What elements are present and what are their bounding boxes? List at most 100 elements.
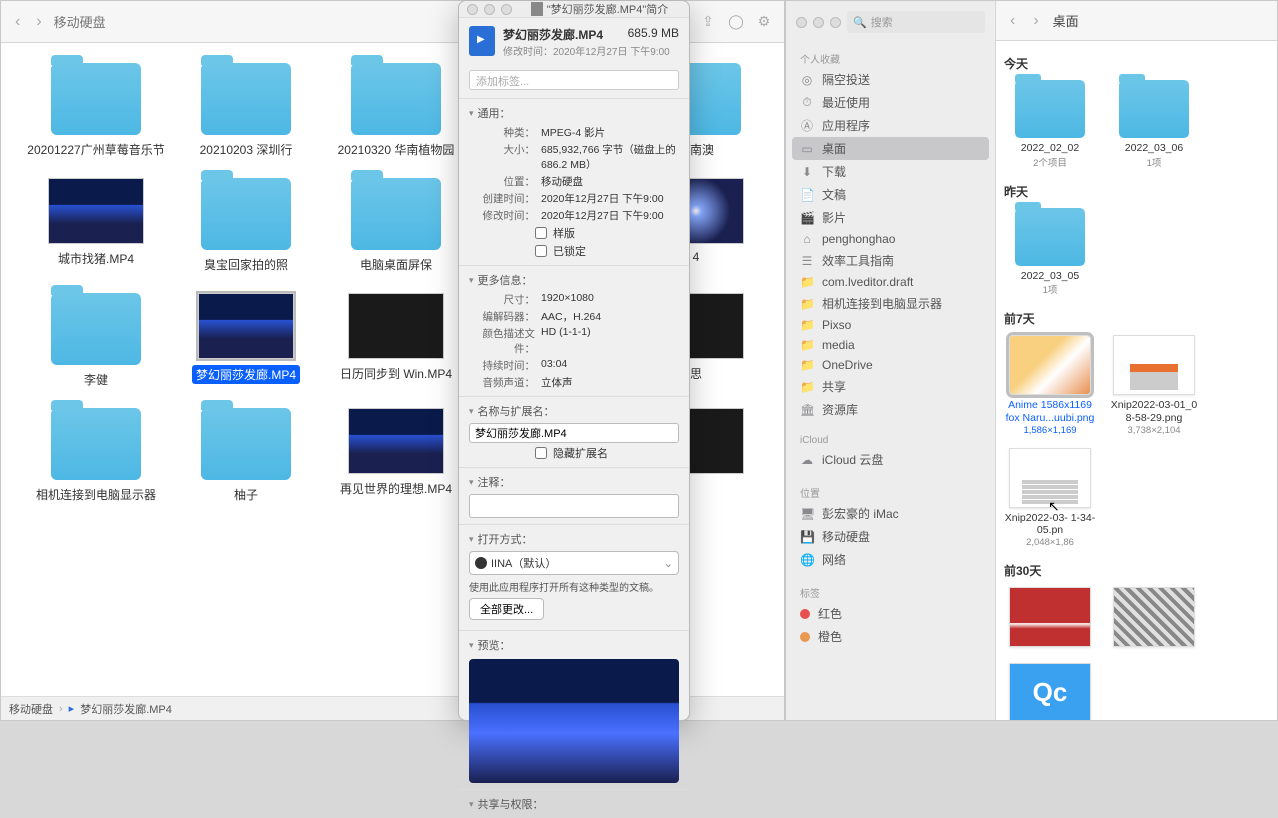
- sidebar-item-label: 下载: [822, 163, 846, 180]
- sidebar-item[interactable]: ▭桌面: [792, 137, 989, 160]
- grid-item[interactable]: 2022_03_051项: [1004, 208, 1096, 297]
- info-value: 立体声: [541, 375, 679, 390]
- window-title: 桌面: [1053, 11, 1079, 30]
- sidebar-item[interactable]: 🖥彭宏豪的 iMac: [786, 502, 995, 525]
- grid-item[interactable]: 相机连接到电脑显示器: [21, 408, 171, 503]
- info-key: 创建时间：: [479, 191, 535, 206]
- checkbox[interactable]: [535, 227, 547, 239]
- section-header-general[interactable]: 通用：: [469, 105, 679, 121]
- sidebar-item-label: iCloud 云盘: [822, 451, 883, 468]
- sidebar-item[interactable]: 📁OneDrive: [786, 355, 995, 375]
- sidebar-item[interactable]: ◎隔空投送: [786, 68, 995, 91]
- info-key: 位置：: [479, 174, 535, 189]
- open-with-select[interactable]: IINA（默认） ⌄: [469, 551, 679, 575]
- sidebar-item[interactable]: ⬇下载: [786, 160, 995, 183]
- info-title: "梦幻丽莎发廊.MP4"简介: [518, 1, 681, 17]
- sidebar-item-icon: ⌂: [800, 232, 814, 246]
- sidebar-item[interactable]: Ⓐ应用程序: [786, 114, 995, 137]
- grid-item[interactable]: 电脑桌面屏保: [321, 178, 471, 273]
- minimize-icon[interactable]: [813, 17, 824, 28]
- back-button[interactable]: ‹: [11, 13, 24, 31]
- grid-item[interactable]: 20210320 华南植物园: [321, 63, 471, 158]
- section-header-more[interactable]: 更多信息：: [469, 272, 679, 288]
- sidebar-item[interactable]: 📁com.lveditor.draft: [786, 272, 995, 292]
- grid-item[interactable]: 梦幻丽莎发廊.MP4: [171, 293, 321, 388]
- info-value: HD (1-1-1): [541, 326, 679, 356]
- sidebar-item[interactable]: 📁Pixso: [786, 315, 995, 335]
- minimize-icon[interactable]: [484, 4, 495, 15]
- grid-item[interactable]: 李健: [21, 293, 171, 388]
- sidebar-item[interactable]: 📁相机连接到电脑显示器: [786, 292, 995, 315]
- forward-button[interactable]: ›: [1029, 12, 1042, 30]
- share-icon[interactable]: ⇪: [698, 12, 718, 32]
- zoom-icon[interactable]: [501, 4, 512, 15]
- image-thumbnail: [1113, 587, 1195, 647]
- tag-color-icon: [800, 632, 810, 642]
- path-segment[interactable]: 移动硬盘: [9, 701, 53, 717]
- grid-item[interactable]: Qc: [1004, 663, 1096, 720]
- sidebar-item[interactable]: ☁iCloud 云盘: [786, 448, 995, 471]
- grid-item[interactable]: Xnip2022-03- 1-34-05.pn2,048×1,86: [1004, 448, 1096, 548]
- path-segment[interactable]: 梦幻丽莎发廊.MP4: [80, 701, 172, 717]
- section-header-name[interactable]: 名称与扩展名：: [469, 403, 679, 419]
- zoom-icon[interactable]: [830, 17, 841, 28]
- grid-item[interactable]: Anime 1586x1169 fox Naru...uubi.png1,586…: [1004, 335, 1096, 435]
- sidebar-item[interactable]: 💾移动硬盘: [786, 525, 995, 548]
- folder-icon: [351, 178, 441, 250]
- grid-item[interactable]: 臭宝回家拍的照: [171, 178, 321, 273]
- sidebar-item[interactable]: 🏛资源库: [786, 398, 995, 421]
- sidebar-tag[interactable]: 橙色: [786, 625, 995, 648]
- sidebar-item-label: com.lveditor.draft: [822, 275, 913, 289]
- item-label: 柚子: [234, 486, 258, 503]
- checkbox[interactable]: [535, 245, 547, 257]
- change-all-button[interactable]: 全部更改...: [469, 598, 544, 620]
- app-icon: [475, 557, 487, 569]
- hide-extension-checkbox[interactable]: [535, 447, 547, 459]
- grid-item[interactable]: 日历同步到 Win.MP4: [321, 293, 471, 388]
- grid-item[interactable]: [1004, 587, 1096, 651]
- section-comments: 注释：: [459, 467, 689, 524]
- close-icon[interactable]: [796, 17, 807, 28]
- item-label: Xnip2022-03-01_0 8-58-29.png: [1108, 399, 1200, 424]
- comments-input[interactable]: [469, 494, 679, 518]
- sidebar-item[interactable]: ☰效率工具指南: [786, 249, 995, 272]
- sidebar-item[interactable]: ⏱最近使用: [786, 91, 995, 114]
- sidebar-item[interactable]: 🎬影片: [786, 206, 995, 229]
- sidebar-item-icon: 📁: [800, 358, 814, 372]
- sidebar-item[interactable]: ⌂penghonghao: [786, 229, 995, 249]
- grid-item[interactable]: 2022_03_061项: [1108, 80, 1200, 169]
- video-thumbnail: [348, 293, 444, 359]
- document-icon: [531, 2, 543, 16]
- close-icon[interactable]: [467, 4, 478, 15]
- action-icon[interactable]: ⚙: [754, 12, 774, 32]
- sidebar-item-icon: 📄: [800, 188, 814, 202]
- grid-item[interactable]: 20210203 深圳行: [171, 63, 321, 158]
- name-ext-input[interactable]: [469, 423, 679, 443]
- grid-item[interactable]: 再见世界的理想.MP4: [321, 408, 471, 503]
- grid-item[interactable]: 2022_02_022个项目: [1004, 80, 1096, 169]
- sidebar-item[interactable]: 🌐网络: [786, 548, 995, 571]
- forward-button[interactable]: ›: [32, 13, 45, 31]
- section-header-comments[interactable]: 注释：: [469, 474, 679, 490]
- sidebar-item[interactable]: 📁共享: [786, 375, 995, 398]
- sidebar-item[interactable]: 📁media: [786, 335, 995, 355]
- sidebar-tag[interactable]: 红色: [786, 602, 995, 625]
- section-header-share[interactable]: 共享与权限：: [469, 796, 679, 812]
- grid-item[interactable]: 20201227广州草莓音乐节: [21, 63, 171, 158]
- info-value: 2020年12月27日 下午9:00: [541, 208, 679, 223]
- section-header-preview[interactable]: 预览：: [469, 637, 679, 653]
- grid-item[interactable]: 城市找猪.MP4: [21, 178, 171, 273]
- tags-input[interactable]: 添加标签...: [469, 70, 679, 90]
- sidebar-item-icon: 🎬: [800, 211, 814, 225]
- back-button[interactable]: ‹: [1006, 12, 1019, 30]
- sidebar-item[interactable]: 📄文稿: [786, 183, 995, 206]
- tag-icon[interactable]: ◯: [726, 12, 746, 32]
- folder-icon: [51, 408, 141, 480]
- grid-item[interactable]: [1108, 587, 1200, 651]
- section-header-open-with[interactable]: 打开方式：: [469, 531, 679, 547]
- sidebar-item-label: Pixso: [822, 318, 851, 332]
- grid-item[interactable]: Xnip2022-03-01_0 8-58-29.png3,738×2,104: [1108, 335, 1200, 435]
- sidebar-item-label: 网络: [822, 551, 846, 568]
- grid-item[interactable]: 柚子: [171, 408, 321, 503]
- search-input[interactable]: 🔍搜索: [847, 11, 985, 33]
